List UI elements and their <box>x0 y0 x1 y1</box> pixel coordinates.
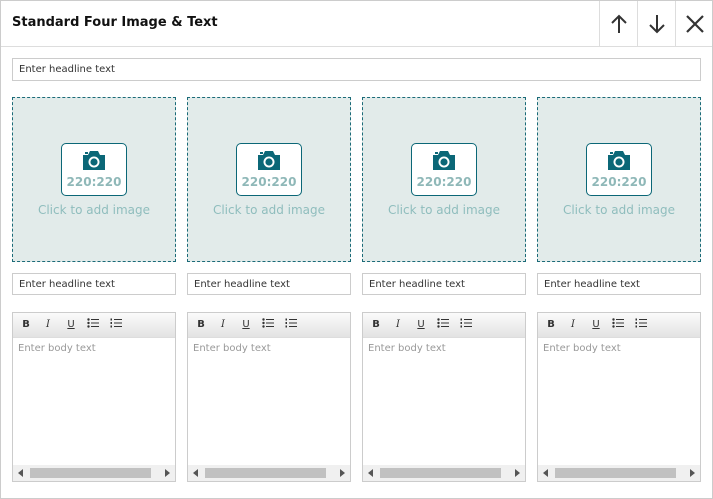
module-headline-input[interactable]: Enter headline text <box>12 58 701 81</box>
numbered-list-icon <box>635 318 647 328</box>
add-image-prompt: Click to add image <box>212 203 326 217</box>
arrow-down-icon <box>648 14 665 33</box>
image-dropzone-1[interactable]: 220:220 Click to add image <box>12 97 176 262</box>
underline-button[interactable]: U <box>64 318 78 332</box>
underline-button[interactable]: U <box>414 318 428 332</box>
numbered-list-icon <box>460 318 472 328</box>
body-text-placeholder: Enter body text <box>18 343 96 354</box>
block-headline-input-2[interactable]: Enter headline text <box>187 273 351 295</box>
horizontal-scrollbar[interactable] <box>188 465 350 481</box>
body-text-editor-1[interactable]: B I U Enter body text <box>12 312 176 482</box>
scrollbar-thumb[interactable] <box>380 468 501 478</box>
horizontal-scrollbar[interactable] <box>13 465 175 481</box>
numbered-list-button[interactable] <box>284 318 298 332</box>
underline-button[interactable]: U <box>589 318 603 332</box>
image-ratio-label: 220:220 <box>591 175 647 189</box>
scroll-right-arrow[interactable] <box>340 469 345 477</box>
image-ratio-label: 220:220 <box>241 175 297 189</box>
body-text-placeholder: Enter body text <box>543 343 621 354</box>
bullet-list-icon <box>612 318 624 328</box>
image-placeholder-badge: 220:220 <box>236 143 302 196</box>
standard-four-image-text-module: Standard Four Image & Text Enter headlin… <box>0 0 713 499</box>
bold-button[interactable]: B <box>369 318 383 332</box>
editor-toolbar: B I U <box>363 313 525 338</box>
bold-button[interactable]: B <box>194 318 208 332</box>
bullet-list-icon <box>87 318 99 328</box>
block-headline-input-4[interactable]: Enter headline text <box>537 273 701 295</box>
bullet-list-button[interactable] <box>261 318 275 332</box>
camera-icon <box>258 151 280 170</box>
italic-button[interactable]: I <box>216 318 230 332</box>
scrollbar-thumb[interactable] <box>555 468 676 478</box>
bullet-list-icon <box>262 318 274 328</box>
scroll-left-arrow[interactable] <box>543 469 548 477</box>
scroll-left-arrow[interactable] <box>368 469 373 477</box>
editor-toolbar: B I U <box>13 313 175 338</box>
bullet-list-button[interactable] <box>436 318 450 332</box>
numbered-list-icon <box>285 318 297 328</box>
camera-icon <box>83 151 105 170</box>
italic-button[interactable]: I <box>41 318 55 332</box>
italic-button[interactable]: I <box>566 318 580 332</box>
module-header: Standard Four Image & Text <box>1 1 712 47</box>
close-icon <box>685 14 704 33</box>
scroll-right-arrow[interactable] <box>690 469 695 477</box>
numbered-list-button[interactable] <box>459 318 473 332</box>
scroll-right-arrow[interactable] <box>165 469 170 477</box>
scroll-right-arrow[interactable] <box>515 469 520 477</box>
body-text-editor-4[interactable]: B I U Enter body text <box>537 312 701 482</box>
move-down-button[interactable] <box>637 1 675 46</box>
image-dropzone-2[interactable]: 220:220 Click to add image <box>187 97 351 262</box>
image-placeholder-badge: 220:220 <box>61 143 127 196</box>
scrollbar-thumb[interactable] <box>205 468 326 478</box>
add-image-prompt: Click to add image <box>562 203 676 217</box>
block-headline-input-3[interactable]: Enter headline text <box>362 273 526 295</box>
scrollbar-thumb[interactable] <box>30 468 151 478</box>
image-dropzone-3[interactable]: 220:220 Click to add image <box>362 97 526 262</box>
bold-button[interactable]: B <box>19 318 33 332</box>
bullet-list-button[interactable] <box>86 318 100 332</box>
add-image-prompt: Click to add image <box>37 203 151 217</box>
scroll-left-arrow[interactable] <box>193 469 198 477</box>
camera-icon <box>433 151 455 170</box>
image-placeholder-badge: 220:220 <box>586 143 652 196</box>
editor-toolbar: B I U <box>538 313 700 338</box>
image-ratio-label: 220:220 <box>416 175 472 189</box>
numbered-list-icon <box>110 318 122 328</box>
image-placeholder-badge: 220:220 <box>411 143 477 196</box>
horizontal-scrollbar[interactable] <box>363 465 525 481</box>
bullet-list-icon <box>437 318 449 328</box>
bold-button[interactable]: B <box>544 318 558 332</box>
horizontal-scrollbar[interactable] <box>538 465 700 481</box>
module-title: Standard Four Image & Text <box>12 15 218 30</box>
remove-module-button[interactable] <box>675 1 713 46</box>
camera-icon <box>608 151 630 170</box>
editor-toolbar: B I U <box>188 313 350 338</box>
scroll-left-arrow[interactable] <box>18 469 23 477</box>
numbered-list-button[interactable] <box>109 318 123 332</box>
italic-button[interactable]: I <box>391 318 405 332</box>
underline-button[interactable]: U <box>239 318 253 332</box>
add-image-prompt: Click to add image <box>387 203 501 217</box>
block-headline-input-1[interactable]: Enter headline text <box>12 273 176 295</box>
body-text-editor-3[interactable]: B I U Enter body text <box>362 312 526 482</box>
body-text-editor-2[interactable]: B I U Enter body text <box>187 312 351 482</box>
image-dropzone-4[interactable]: 220:220 Click to add image <box>537 97 701 262</box>
image-ratio-label: 220:220 <box>66 175 122 189</box>
bullet-list-button[interactable] <box>611 318 625 332</box>
numbered-list-button[interactable] <box>634 318 648 332</box>
arrow-up-icon <box>610 14 627 33</box>
body-text-placeholder: Enter body text <box>368 343 446 354</box>
move-up-button[interactable] <box>599 1 637 46</box>
body-text-placeholder: Enter body text <box>193 343 271 354</box>
